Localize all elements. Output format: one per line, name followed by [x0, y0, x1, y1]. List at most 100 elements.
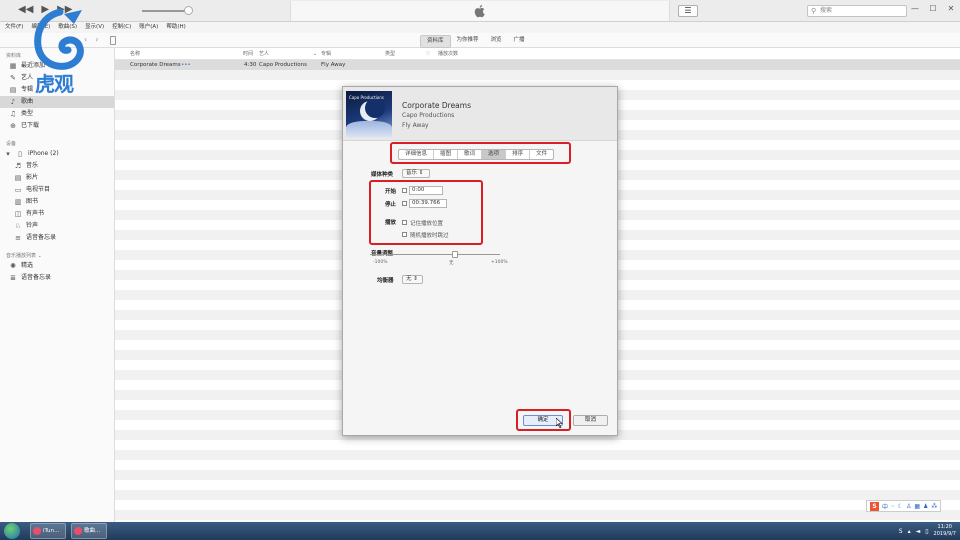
mouse-cursor-icon	[556, 418, 563, 428]
ime-user-icon[interactable]: ♟	[923, 503, 928, 510]
search-input[interactable]: ⚲ 搜索	[807, 5, 907, 17]
volume-adjust-knob[interactable]	[452, 251, 458, 258]
tv-icon: ▭	[14, 186, 22, 194]
volume-max-label: +100%	[491, 260, 508, 265]
column-artist[interactable]: 艺人	[259, 48, 269, 60]
maximize-icon[interactable]: ☐	[924, 2, 942, 16]
start-button[interactable]	[4, 523, 20, 539]
up-next-list-button[interactable]: ☰	[678, 5, 698, 17]
tray-expand-icon[interactable]: ▴	[908, 528, 911, 535]
menu-bar: 文件(F) 编辑(E) 歌曲(S) 显示(V) 控制(C) 账户(A) 帮助(H…	[0, 22, 960, 33]
start-time-field[interactable]: 0:00	[409, 186, 443, 195]
clock[interactable]: 11:20 2019/9/7	[934, 524, 956, 538]
column-album[interactable]: 专辑	[321, 48, 331, 60]
dialog-song-artist: Capo Productions	[402, 112, 455, 119]
volume-knob[interactable]	[184, 6, 193, 15]
speaker-icon[interactable]: ◄	[916, 528, 921, 535]
genius-icon: ✺	[10, 262, 16, 270]
taskbar: iTun... 歌曲... S ▴ ◄ ▯ 11:20 2019/9/7	[0, 522, 960, 540]
sidebar: 资料库 ▦ 最近添加 ✎ 艺人 ▤ 专辑 ♪ 歌曲 ♫ 类型 ⊕ 已下载 设备 ▾ ▯ iPho…	[0, 48, 115, 522]
sogou-ime-icon[interactable]: S	[870, 501, 879, 511]
taskbar-song-info[interactable]: 歌曲...	[71, 523, 107, 539]
row-album: Fly Away	[321, 62, 346, 68]
heart-icon[interactable]: ♡	[426, 48, 430, 60]
column-time[interactable]: 时间	[243, 48, 253, 60]
sidebar-item-device-audiobooks[interactable]: ◫ 有声书	[0, 208, 114, 220]
tab-library[interactable]: 资料库	[420, 35, 451, 48]
ime-toolbar[interactable]: S 中 ◦ ☾ ♙ ▦ ♟ ⁂	[866, 500, 942, 512]
music-note-icon: ♪	[10, 98, 16, 106]
ime-grid-icon[interactable]: ⁂	[931, 503, 937, 510]
table-row[interactable]: Corporate Dreams ••• 4:30 Capo Productio…	[115, 60, 960, 70]
tab-browse[interactable]: 浏览	[485, 35, 508, 48]
device-icon[interactable]	[110, 36, 116, 45]
sidebar-item-device-tv[interactable]: ▭ 电视节目	[0, 184, 114, 196]
stop-time-field[interactable]: 00:39.766	[409, 199, 447, 208]
menu-controls[interactable]: 控制(C)	[112, 22, 131, 33]
apple-logo-icon	[474, 5, 485, 18]
tab-for-you[interactable]: 为你推荐	[451, 35, 485, 48]
close-icon[interactable]: ✕	[942, 2, 960, 16]
column-genre[interactable]: 类型	[385, 48, 395, 60]
playlists-header[interactable]: 音乐播放列表 ⌄	[0, 252, 114, 260]
sidebar-item-device-tones[interactable]: ♘ 铃声	[0, 220, 114, 232]
remember-position-checkbox[interactable]	[402, 220, 407, 225]
artist-icon: ✎	[10, 74, 16, 82]
skip-shuffle-label: 随机播放时跳过	[410, 233, 449, 239]
toolbar: ‹ › 资料库 为你推荐 浏览 广播	[0, 33, 960, 48]
library-segments: 资料库 为你推荐 浏览 广播	[420, 35, 531, 48]
sidebar-item-device-books[interactable]: ▥ 图书	[0, 196, 114, 208]
volume-adjust-slider[interactable]	[370, 254, 500, 255]
media-kind-select[interactable]: 音乐 ⇕	[402, 169, 430, 178]
sidebar-item-downloaded[interactable]: ⊕ 已下载	[0, 120, 114, 132]
volume-min-label: -100%	[373, 260, 388, 265]
stop-label: 停止	[385, 202, 397, 208]
sidebar-item-device-movies[interactable]: ▤ 影片	[0, 172, 114, 184]
cancel-button[interactable]: 取消	[573, 415, 608, 426]
ime-punct-icon[interactable]: ◦	[891, 503, 895, 510]
taskbar-itunes[interactable]: iTun...	[30, 523, 66, 539]
stop-checkbox[interactable]	[402, 201, 407, 206]
system-tray: S ▴ ◄ ▯ 11:20 2019/9/7	[899, 522, 956, 540]
start-checkbox[interactable]	[402, 188, 407, 193]
dialog-song-album: Fly Away	[402, 122, 429, 129]
menu-account[interactable]: 账户(A)	[139, 22, 158, 33]
remember-position-label: 记住播放位置	[410, 221, 444, 227]
itunes-icon	[33, 527, 41, 535]
sidebar-item-device-voice-memos[interactable]: ≡ 语音备忘录	[0, 232, 114, 244]
sidebar-item-playlist-voice-memos[interactable]: ≣ 语音备忘录	[0, 272, 114, 284]
minimize-icon[interactable]: —	[906, 2, 924, 16]
equalizer-select[interactable]: 无 ⇕	[402, 275, 423, 284]
window-controls: — ☐ ✕	[906, 2, 960, 16]
download-icon: ⊕	[10, 122, 16, 130]
ime-moon-icon[interactable]: ☾	[898, 503, 903, 510]
sidebar-item-genres[interactable]: ♫ 类型	[0, 108, 114, 120]
skip-shuffle-checkbox[interactable]	[402, 232, 407, 237]
forward-icon[interactable]: ›	[95, 35, 98, 44]
media-kind-label: 媒体种类	[371, 172, 394, 178]
sidebar-item-device-music[interactable]: ♬ 音乐	[0, 160, 114, 172]
ime-voice-icon[interactable]: ♙	[906, 503, 911, 510]
column-plays[interactable]: 播放次数	[438, 48, 458, 60]
film-icon: ▤	[14, 174, 22, 182]
album-icon: ▤	[9, 86, 17, 94]
volume-slider[interactable]	[142, 10, 188, 12]
more-options-icon[interactable]: •••	[181, 60, 191, 70]
menu-help[interactable]: 帮助(H)	[166, 22, 185, 33]
ime-mode-icon[interactable]: 中	[882, 502, 888, 511]
sidebar-item-iphone[interactable]: ▾ ▯ iPhone (2)	[0, 148, 114, 160]
start-label: 开始	[385, 189, 397, 195]
sidebar-item-genius[interactable]: ✺ 精选	[0, 260, 114, 272]
menu-file[interactable]: 文件(F)	[5, 22, 23, 33]
book-icon: ▥	[14, 198, 22, 206]
ime-keyboard-icon[interactable]: ▦	[914, 503, 920, 510]
tab-radio[interactable]: 广播	[508, 35, 531, 48]
disclosure-triangle-icon[interactable]: ▾	[4, 148, 12, 160]
list-header: 名称 时间 艺人 ⌄ 专辑 类型 ♡ 播放次数	[115, 48, 960, 60]
column-name[interactable]: 名称	[130, 48, 140, 60]
artwork-caption: Capo Productions	[349, 95, 384, 100]
voice-memo-icon: ≡	[15, 234, 21, 242]
sogou-tray-icon[interactable]: S	[899, 528, 903, 535]
row-time: 4:30	[244, 62, 257, 68]
network-icon[interactable]: ▯	[925, 528, 928, 535]
